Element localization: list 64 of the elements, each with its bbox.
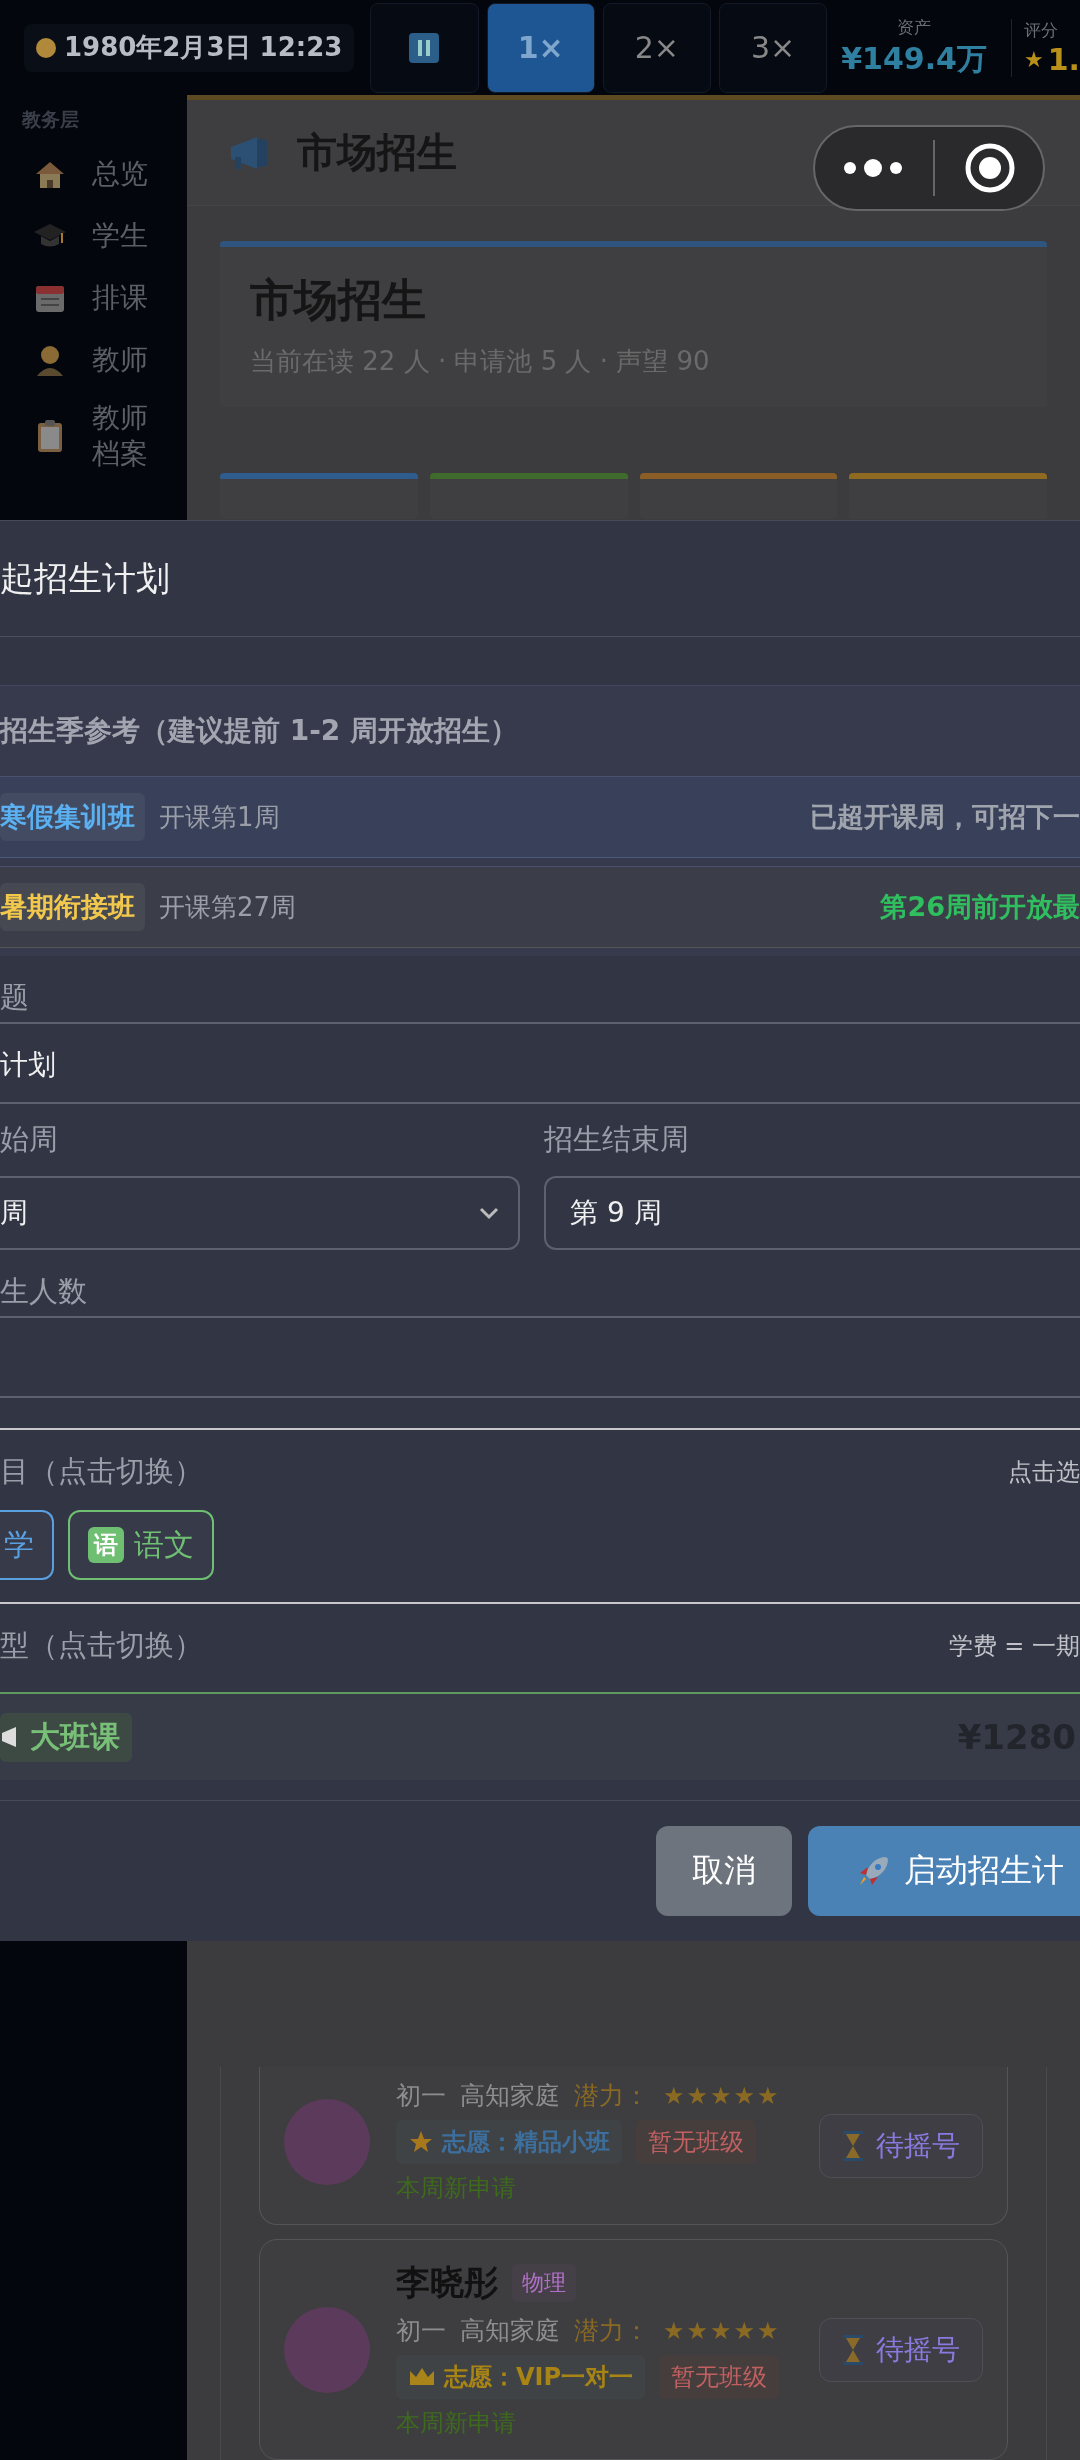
speed-button[interactable]: 2×	[602, 2, 711, 93]
potential-label: 潜力：	[574, 2080, 649, 2112]
cancel-button[interactable]: 取消	[656, 1826, 792, 1916]
sidebar-item[interactable]: 教师	[92, 341, 152, 379]
sidebar-item[interactable]: 总览	[92, 155, 152, 193]
wish-tag: 志愿：精品小班	[396, 2120, 622, 2164]
hourglass-icon	[842, 2129, 864, 2162]
wish-tag: 志愿：VIP一对一	[396, 2355, 646, 2399]
season-heading: 招生季参考（建议提前 1-2 周开放招生）	[0, 713, 520, 749]
count-input-field[interactable]	[0, 1316, 1080, 1398]
sidebar-item[interactable]: 排课	[92, 279, 152, 317]
subject-chip[interactable]: 语 语文	[68, 1510, 214, 1580]
pause-button[interactable]	[370, 2, 479, 93]
lottery-status-button[interactable]: 待摇号	[819, 2317, 983, 2382]
class-status-tag: 暂无班级	[659, 2355, 780, 2399]
field-label: 题	[0, 979, 30, 1016]
field-label: 招生结束周	[544, 1121, 691, 1158]
potential-label: 潜力：	[574, 2315, 649, 2347]
sidebar-item[interactable]: 教师档案	[92, 399, 152, 473]
class-type-tag: 大班课	[0, 1712, 132, 1762]
family-text: 高知家庭	[460, 2315, 560, 2347]
subjects-hint: 点击选	[1008, 1457, 1080, 1488]
subject-chip[interactable]: 学	[0, 1510, 54, 1580]
sidebar-item[interactable]: 学生	[92, 217, 152, 255]
grade-text: 初一	[396, 2080, 446, 2112]
tuition-hint: 学费 = 一期	[948, 1631, 1080, 1662]
lottery-status-button[interactable]: 待摇号	[819, 2113, 983, 2178]
field-label: 始周	[0, 1121, 59, 1158]
star-icon	[408, 2129, 434, 2155]
star-rating: ★★★★★	[663, 2316, 779, 2345]
start-week-text: 开课第27周	[159, 890, 297, 924]
more-dots-icon[interactable]	[841, 158, 904, 178]
end-week-field[interactable]: 第 9 周	[544, 1176, 1080, 1250]
modal-title: 起招生计划	[0, 521, 1080, 637]
star-rating: ★★★★★	[663, 2081, 779, 2110]
class-type-label: 型（点击切换）	[0, 1627, 203, 1664]
star-icon: ★	[1023, 46, 1044, 72]
family-text: 高知家庭	[460, 2080, 560, 2112]
season-note: 第26周前开放最	[880, 890, 1080, 924]
speed-button[interactable]: 3×	[718, 2, 828, 93]
subject-badge: 语	[88, 1527, 124, 1563]
season-note: 已超开课周，可招下一	[810, 800, 1080, 834]
speed-button[interactable]: 1×	[486, 2, 595, 93]
rating-label: 评分	[1023, 18, 1058, 42]
start-week-select[interactable]: 周	[0, 1176, 521, 1250]
season-tag: 暑期衔接班	[0, 883, 145, 931]
date-display: 1980年2月3日 12:23	[24, 23, 355, 72]
rating-value: 1.	[1047, 41, 1080, 77]
assets-label: 资产	[897, 15, 932, 39]
start-enrollment-button[interactable]: 启动招生计	[808, 1826, 1080, 1916]
pause-icon	[409, 32, 440, 63]
record-icon[interactable]	[964, 142, 1017, 194]
subjects-label: 目（点击切换）	[0, 1453, 203, 1490]
class-status-tag: 暂无班级	[636, 2120, 756, 2164]
subject-tag: 物理	[512, 2264, 576, 2302]
assets-value: ¥149.4万	[841, 39, 987, 78]
field-label: 生人数	[0, 1273, 88, 1310]
start-week-text: 开课第1周	[159, 800, 280, 834]
chevron-down-icon	[478, 1206, 501, 1220]
season-tag: 寒假集训班	[0, 793, 145, 841]
title-input-field[interactable]: 计划	[0, 1022, 1080, 1104]
sidebar-section-label: 教务层	[22, 107, 80, 132]
hourglass-icon	[842, 2333, 864, 2366]
grade-text: 初一	[396, 2315, 446, 2347]
